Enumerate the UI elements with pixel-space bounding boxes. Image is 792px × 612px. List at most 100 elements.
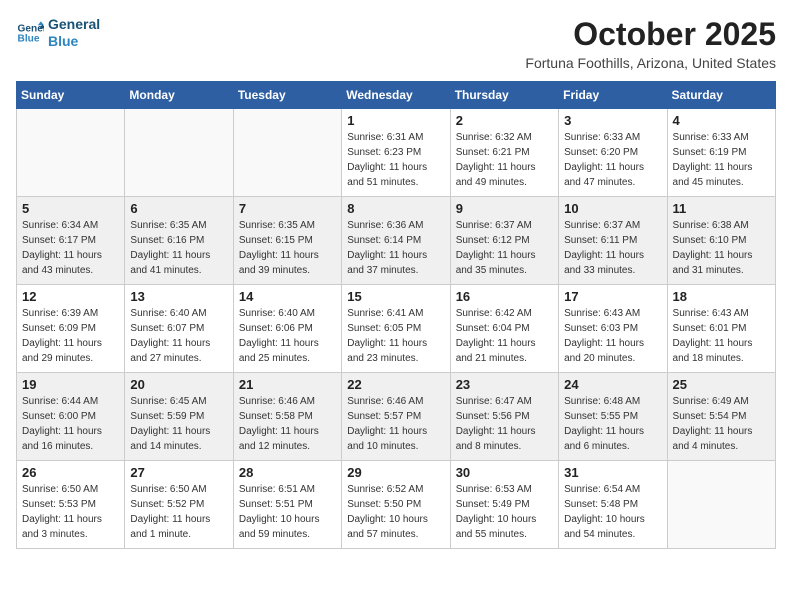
calendar-cell: 8 Sunrise: 6:36 AMSunset: 6:14 PMDaylight… (342, 197, 450, 285)
calendar-cell (125, 109, 233, 197)
day-number: 4 (673, 113, 770, 128)
day-number: 9 (456, 201, 553, 216)
weekday-header-saturday: Saturday (667, 82, 775, 109)
calendar-cell: 22 Sunrise: 6:46 AMSunset: 5:57 PMDayligh… (342, 373, 450, 461)
weekday-header-sunday: Sunday (17, 82, 125, 109)
day-number: 28 (239, 465, 336, 480)
day-number: 3 (564, 113, 661, 128)
day-number: 8 (347, 201, 444, 216)
day-info: Sunrise: 6:48 AMSunset: 5:55 PMDaylight:… (564, 394, 661, 454)
day-number: 1 (347, 113, 444, 128)
day-number: 20 (130, 377, 227, 392)
calendar-cell: 14 Sunrise: 6:40 AMSunset: 6:06 PMDayligh… (233, 285, 341, 373)
day-info: Sunrise: 6:31 AMSunset: 6:23 PMDaylight:… (347, 130, 444, 190)
day-number: 29 (347, 465, 444, 480)
week-row-3: 12 Sunrise: 6:39 AMSunset: 6:09 PMDayligh… (17, 285, 776, 373)
calendar-cell (667, 461, 775, 549)
calendar-cell: 16 Sunrise: 6:42 AMSunset: 6:04 PMDayligh… (450, 285, 558, 373)
svg-text:Blue: Blue (18, 33, 40, 44)
calendar-cell: 24 Sunrise: 6:48 AMSunset: 5:55 PMDayligh… (559, 373, 667, 461)
day-info: Sunrise: 6:50 AMSunset: 5:52 PMDaylight:… (130, 482, 227, 542)
weekday-header-monday: Monday (125, 82, 233, 109)
calendar-cell: 13 Sunrise: 6:40 AMSunset: 6:07 PMDayligh… (125, 285, 233, 373)
day-number: 6 (130, 201, 227, 216)
day-info: Sunrise: 6:47 AMSunset: 5:56 PMDaylight:… (456, 394, 553, 454)
calendar-cell: 19 Sunrise: 6:44 AMSunset: 6:00 PMDayligh… (17, 373, 125, 461)
calendar-cell: 3 Sunrise: 6:33 AMSunset: 6:20 PMDaylight… (559, 109, 667, 197)
day-info: Sunrise: 6:43 AMSunset: 6:03 PMDaylight:… (564, 306, 661, 366)
day-info: Sunrise: 6:43 AMSunset: 6:01 PMDaylight:… (673, 306, 770, 366)
day-info: Sunrise: 6:34 AMSunset: 6:17 PMDaylight:… (22, 218, 119, 278)
day-number: 27 (130, 465, 227, 480)
day-number: 18 (673, 289, 770, 304)
day-info: Sunrise: 6:51 AMSunset: 5:51 PMDaylight:… (239, 482, 336, 542)
day-number: 24 (564, 377, 661, 392)
calendar-cell: 17Sunrise: 6:43 AMSunset: 6:03 PMDayligh… (559, 285, 667, 373)
calendar-cell: 1 Sunrise: 6:31 AMSunset: 6:23 PMDaylight… (342, 109, 450, 197)
day-info: Sunrise: 6:36 AMSunset: 6:14 PMDaylight:… (347, 218, 444, 278)
day-number: 31 (564, 465, 661, 480)
calendar-cell: 21 Sunrise: 6:46 AMSunset: 5:58 PMDayligh… (233, 373, 341, 461)
day-info: Sunrise: 6:46 AMSunset: 5:57 PMDaylight:… (347, 394, 444, 454)
day-info: Sunrise: 6:38 AMSunset: 6:10 PMDaylight:… (673, 218, 770, 278)
logo-text: GeneralBlue (48, 16, 100, 50)
calendar-cell: 28 Sunrise: 6:51 AMSunset: 5:51 PMDayligh… (233, 461, 341, 549)
day-number: 5 (22, 201, 119, 216)
day-number: 16 (456, 289, 553, 304)
day-number: 11 (673, 201, 770, 216)
day-number: 22 (347, 377, 444, 392)
day-number: 13 (130, 289, 227, 304)
day-info: Sunrise: 6:54 AMSunset: 5:48 PMDaylight:… (564, 482, 661, 542)
day-info: Sunrise: 6:40 AMSunset: 6:07 PMDaylight:… (130, 306, 227, 366)
calendar-cell: 29 Sunrise: 6:52 AMSunset: 5:50 PMDayligh… (342, 461, 450, 549)
calendar-cell: 7Sunrise: 6:35 AMSunset: 6:15 PMDaylight… (233, 197, 341, 285)
location-title: Fortuna Foothills, Arizona, United State… (525, 55, 776, 71)
calendar-cell (233, 109, 341, 197)
day-info: Sunrise: 6:44 AMSunset: 6:00 PMDaylight:… (22, 394, 119, 454)
day-info: Sunrise: 6:50 AMSunset: 5:53 PMDaylight:… (22, 482, 119, 542)
day-info: Sunrise: 6:49 AMSunset: 5:54 PMDaylight:… (673, 394, 770, 454)
day-info: Sunrise: 6:42 AMSunset: 6:04 PMDaylight:… (456, 306, 553, 366)
week-row-1: 1 Sunrise: 6:31 AMSunset: 6:23 PMDaylight… (17, 109, 776, 197)
day-number: 26 (22, 465, 119, 480)
week-row-4: 19 Sunrise: 6:44 AMSunset: 6:00 PMDayligh… (17, 373, 776, 461)
calendar-table: SundayMondayTuesdayWednesdayThursdayFrid… (16, 81, 776, 549)
month-title: October 2025 (525, 16, 776, 53)
weekday-header-friday: Friday (559, 82, 667, 109)
day-info: Sunrise: 6:33 AMSunset: 6:19 PMDaylight:… (673, 130, 770, 190)
day-number: 14 (239, 289, 336, 304)
calendar-cell: 23 Sunrise: 6:47 AMSunset: 5:56 PMDayligh… (450, 373, 558, 461)
day-number: 19 (22, 377, 119, 392)
calendar-cell: 6Sunrise: 6:35 AMSunset: 6:16 PMDaylight… (125, 197, 233, 285)
day-info: Sunrise: 6:37 AMSunset: 6:11 PMDaylight:… (564, 218, 661, 278)
calendar-cell: 11 Sunrise: 6:38 AMSunset: 6:10 PMDayligh… (667, 197, 775, 285)
weekday-header-tuesday: Tuesday (233, 82, 341, 109)
week-row-5: 26 Sunrise: 6:50 AMSunset: 5:53 PMDayligh… (17, 461, 776, 549)
calendar-cell: 2 Sunrise: 6:32 AMSunset: 6:21 PMDaylight… (450, 109, 558, 197)
title-area: October 2025 Fortuna Foothills, Arizona,… (525, 16, 776, 71)
calendar-cell: 15Sunrise: 6:41 AMSunset: 6:05 PMDayligh… (342, 285, 450, 373)
calendar-cell: 25 Sunrise: 6:49 AMSunset: 5:54 PMDayligh… (667, 373, 775, 461)
day-number: 12 (22, 289, 119, 304)
weekday-header-wednesday: Wednesday (342, 82, 450, 109)
day-info: Sunrise: 6:33 AMSunset: 6:20 PMDaylight:… (564, 130, 661, 190)
day-number: 21 (239, 377, 336, 392)
week-row-2: 5 Sunrise: 6:34 AMSunset: 6:17 PMDaylight… (17, 197, 776, 285)
day-number: 25 (673, 377, 770, 392)
day-number: 2 (456, 113, 553, 128)
day-number: 23 (456, 377, 553, 392)
calendar-cell: 27 Sunrise: 6:50 AMSunset: 5:52 PMDayligh… (125, 461, 233, 549)
calendar-cell: 20Sunrise: 6:45 AMSunset: 5:59 PMDayligh… (125, 373, 233, 461)
day-info: Sunrise: 6:46 AMSunset: 5:58 PMDaylight:… (239, 394, 336, 454)
day-number: 15 (347, 289, 444, 304)
day-info: Sunrise: 6:52 AMSunset: 5:50 PMDaylight:… (347, 482, 444, 542)
day-info: Sunrise: 6:32 AMSunset: 6:21 PMDaylight:… (456, 130, 553, 190)
calendar-cell: 18 Sunrise: 6:43 AMSunset: 6:01 PMDayligh… (667, 285, 775, 373)
calendar-cell: 31 Sunrise: 6:54 AMSunset: 5:48 PMDayligh… (559, 461, 667, 549)
calendar-cell: 30 Sunrise: 6:53 AMSunset: 5:49 PMDayligh… (450, 461, 558, 549)
day-info: Sunrise: 6:39 AMSunset: 6:09 PMDaylight:… (22, 306, 119, 366)
day-info: Sunrise: 6:40 AMSunset: 6:06 PMDaylight:… (239, 306, 336, 366)
logo-icon: General Blue (16, 19, 44, 47)
day-number: 30 (456, 465, 553, 480)
day-info: Sunrise: 6:53 AMSunset: 5:49 PMDaylight:… (456, 482, 553, 542)
